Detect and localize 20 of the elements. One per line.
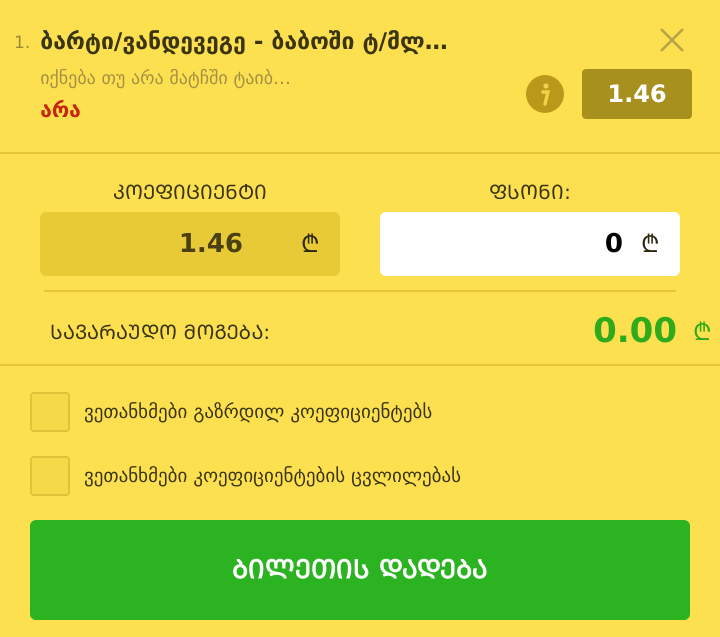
win-label: ᲡᲐᲕᲐᲠᲐᲣᲓᲝ ᲛᲝᲒᲔᲑᲐ: bbox=[50, 318, 270, 346]
close-icon bbox=[659, 27, 685, 53]
odds-badge: 1.46 bbox=[582, 69, 692, 119]
info-button[interactable] bbox=[526, 75, 564, 113]
info-icon bbox=[539, 82, 551, 106]
market-name: იქნება თუ არა მატჩში ტაიბ… bbox=[40, 67, 292, 91]
selection-label: არა bbox=[40, 97, 82, 124]
win-amount: 0.00 bbox=[593, 310, 677, 353]
checkbox-label: ვეთანხმები კოეფიციენტების ცვლილებას bbox=[84, 464, 462, 489]
currency-sign: ₾ bbox=[693, 316, 712, 348]
close-button[interactable] bbox=[658, 26, 686, 54]
odds-label: ᲙᲝᲔᲤᲘᲪᲘᲔᲜᲢᲘ bbox=[113, 179, 267, 206]
stake-label: ᲤᲡᲝᲜᲘ: bbox=[489, 179, 571, 206]
bet-title: ბარტი/ვანდევეგე - ბაბოში ტ/მლ… bbox=[40, 28, 448, 57]
odds-field: 1.46 ₾ bbox=[40, 212, 340, 276]
checkbox[interactable] bbox=[30, 456, 70, 496]
bet-number: 1. bbox=[14, 32, 30, 55]
checkbox[interactable] bbox=[30, 392, 70, 432]
checkbox-label: ვეთანხმები გაზრდილ კოეფიციენტებს bbox=[84, 400, 432, 425]
stake-field[interactable]: 0 ₾ bbox=[380, 212, 680, 276]
